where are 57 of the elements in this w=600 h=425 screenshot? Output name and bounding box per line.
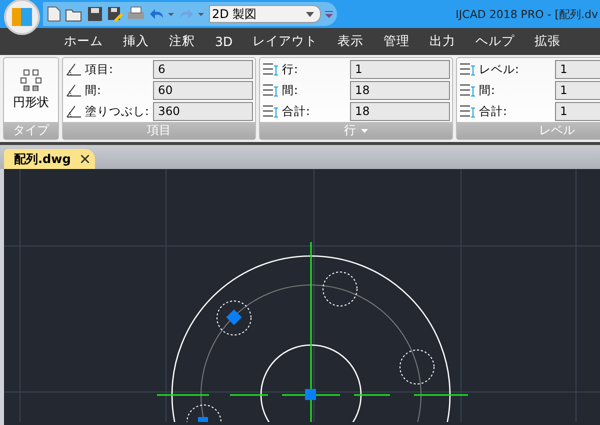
value-field[interactable]: 360 — [153, 102, 253, 120]
customize-caret-icon[interactable] — [325, 10, 333, 18]
printer-icon[interactable] — [127, 6, 145, 22]
field-label: レベル: — [479, 62, 520, 76]
value-field[interactable]: 1 — [555, 60, 600, 78]
field-label: 間: — [479, 82, 496, 98]
array-setting-icon — [459, 61, 477, 77]
ribbon-tab[interactable]: レイアウト — [242, 33, 328, 50]
ribbon-tab[interactable]: ホーム — [54, 33, 113, 50]
array-setting-icon — [262, 61, 280, 77]
field-label: 間: — [282, 82, 299, 98]
workspace-dropdown[interactable]: 2D 製図 — [209, 5, 321, 23]
field-label: 合計: — [479, 104, 508, 118]
ribbon-tab[interactable]: ヘルプ — [466, 33, 525, 50]
ribbon-tab[interactable]: 注釈 — [159, 33, 205, 50]
array-setting-icon — [65, 103, 83, 119]
array-setting-icon — [459, 103, 477, 119]
array-setting-icon — [459, 82, 477, 98]
field-label: 間: — [85, 82, 102, 98]
ribbon-tab[interactable]: 3D — [205, 34, 243, 49]
value-field[interactable]: 18 — [350, 80, 450, 100]
window-title: IJCAD 2018 PRO - [配列.dv — [456, 6, 599, 22]
array-setting-icon — [262, 82, 280, 98]
new-file-icon[interactable] — [47, 6, 61, 22]
ribbon-tab[interactable]: 管理 — [374, 33, 420, 50]
app-logo-icon[interactable] — [4, 0, 40, 35]
save-as-icon[interactable] — [107, 6, 123, 22]
caret-icon — [306, 12, 314, 16]
panel-title: レベル — [539, 122, 575, 139]
field-label: 合計: — [282, 104, 311, 118]
value-field[interactable]: 1 — [350, 60, 450, 78]
field-label: 塗りつぶし: — [85, 104, 150, 118]
array-setting-icon — [65, 61, 83, 77]
save-icon[interactable] — [87, 6, 103, 22]
polar-array-button[interactable]: 円形状 — [11, 67, 51, 113]
panel-title: 項目 — [147, 122, 171, 139]
close-icon[interactable] — [80, 155, 89, 163]
drawing-canvas[interactable] — [0, 169, 600, 425]
ribbon-tab[interactable]: 挿入 — [113, 33, 159, 50]
panel-title: タイプ — [13, 122, 49, 139]
field-label: 項目: — [85, 62, 114, 76]
field-label: 行: — [282, 62, 299, 76]
redo-icon[interactable] — [179, 7, 205, 21]
value-field[interactable]: 60 — [153, 80, 253, 100]
document-tab[interactable]: 配列.dwg — [4, 149, 95, 169]
ribbon-tab[interactable]: 出力 — [420, 33, 466, 50]
value-field[interactable]: 1 — [555, 80, 600, 100]
undo-icon[interactable] — [149, 7, 175, 21]
value-field[interactable]: 18 — [350, 102, 450, 120]
ribbon-tab[interactable]: 拡張 — [524, 33, 571, 50]
ribbon-tab[interactable]: 表示 — [328, 33, 374, 50]
value-field[interactable]: 1 — [555, 102, 600, 120]
value-field[interactable]: 6 — [153, 60, 253, 78]
polar-array-icon — [20, 69, 42, 91]
panel-title: 行 — [344, 122, 356, 139]
array-setting-icon — [65, 82, 83, 98]
array-setting-icon — [262, 103, 280, 119]
